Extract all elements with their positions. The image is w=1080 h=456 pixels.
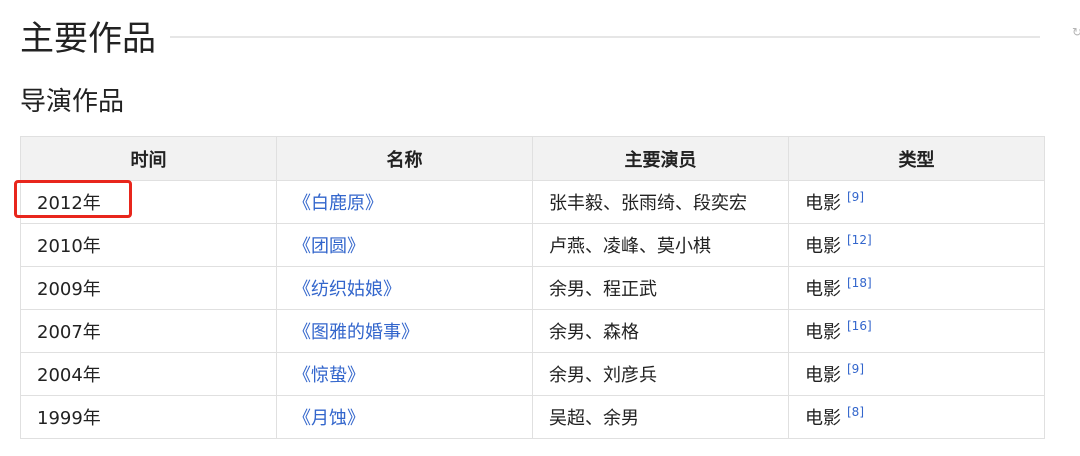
cell-name: 《图雅的婚事》 (276, 309, 533, 353)
cell-name: 《白鹿原》 (276, 180, 533, 224)
header-type: 类型 (788, 136, 1045, 181)
film-link[interactable]: 《惊蛰》 (293, 365, 365, 386)
cell-name: 《纺织姑娘》 (276, 266, 533, 310)
table-row: 2012年 《白鹿原》 张丰毅、张雨绮、段奕宏 电影 [9] (20, 180, 1045, 224)
table-header-row: 时间 名称 主要演员 类型 (20, 136, 1045, 181)
type-label: 电影 (805, 408, 841, 429)
cell-time: 1999年 (20, 395, 277, 439)
section-divider (170, 36, 1040, 38)
reference-link[interactable]: [9] (847, 190, 864, 204)
table-row: 2009年 《纺织姑娘》 余男、程正武 电影 [18] (20, 266, 1045, 310)
cell-type: 电影 [8] (788, 395, 1045, 439)
cell-type: 电影 [12] (788, 223, 1045, 267)
type-label: 电影 (805, 236, 841, 257)
table-row: 2007年 《图雅的婚事》 余男、森格 电影 [16] (20, 309, 1045, 353)
header-cast: 主要演员 (532, 136, 789, 181)
cell-time: 2007年 (20, 309, 277, 353)
film-link[interactable]: 《白鹿原》 (293, 193, 383, 214)
works-table: 时间 名称 主要演员 类型 2012年 《白鹿原》 张丰毅、张雨绮、段奕宏 电影… (20, 136, 1045, 439)
cell-cast: 余男、刘彦兵 (532, 352, 789, 396)
table-row: 1999年 《月蚀》 吴超、余男 电影 [8] (20, 395, 1045, 439)
cell-type: 电影 [16] (788, 309, 1045, 353)
cell-cast: 余男、森格 (532, 309, 789, 353)
cell-cast: 卢燕、凌峰、莫小棋 (532, 223, 789, 267)
film-link[interactable]: 《团圆》 (293, 236, 365, 257)
cell-type: 电影 [18] (788, 266, 1045, 310)
cell-time: 2004年 (20, 352, 277, 396)
cell-cast: 张丰毅、张雨绮、段奕宏 (532, 180, 789, 224)
cell-type: 电影 [9] (788, 352, 1045, 396)
reference-link[interactable]: [16] (847, 319, 872, 333)
film-link[interactable]: 《图雅的婚事》 (293, 322, 419, 343)
edit-icon[interactable]: ↻ (1072, 25, 1080, 39)
table-row: 2004年 《惊蛰》 余男、刘彦兵 电影 [9] (20, 352, 1045, 396)
header-time: 时间 (20, 136, 277, 181)
cell-name: 《惊蛰》 (276, 352, 533, 396)
type-label: 电影 (805, 193, 841, 214)
type-label: 电影 (805, 279, 841, 300)
section-title: 主要作品 (20, 19, 156, 59)
reference-link[interactable]: [9] (847, 362, 864, 376)
type-label: 电影 (805, 322, 841, 343)
table-row: 2010年 《团圆》 卢燕、凌峰、莫小棋 电影 [12] (20, 223, 1045, 267)
reference-link[interactable]: [8] (847, 405, 864, 419)
cell-time: 2009年 (20, 266, 277, 310)
cell-type: 电影 [9] (788, 180, 1045, 224)
cell-time: 2012年 (20, 180, 277, 224)
cell-cast: 余男、程正武 (532, 266, 789, 310)
cell-cast: 吴超、余男 (532, 395, 789, 439)
subsection-title: 导演作品 (20, 87, 125, 117)
type-label: 电影 (805, 365, 841, 386)
reference-link[interactable]: [12] (847, 233, 872, 247)
cell-name: 《团圆》 (276, 223, 533, 267)
cell-name: 《月蚀》 (276, 395, 533, 439)
header-name: 名称 (276, 136, 533, 181)
reference-link[interactable]: [18] (847, 276, 872, 290)
section-header: 主要作品 (20, 14, 1040, 64)
film-link[interactable]: 《月蚀》 (293, 408, 365, 429)
cell-time: 2010年 (20, 223, 277, 267)
film-link[interactable]: 《纺织姑娘》 (293, 279, 401, 300)
